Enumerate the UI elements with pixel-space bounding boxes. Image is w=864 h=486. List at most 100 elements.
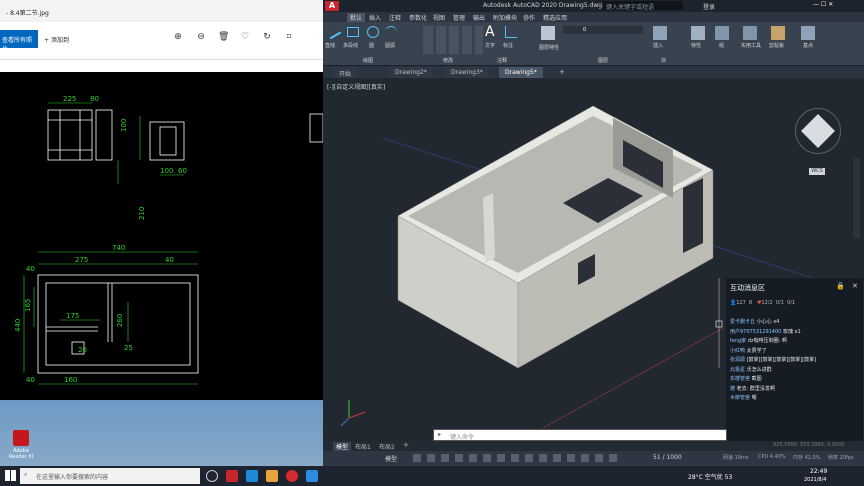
chat-text: dz咖啡压制圈: 啊 [747, 338, 787, 344]
chat-message: 爱卡跑卡丘 小心心 x4 [730, 318, 860, 328]
ribbon-tab[interactable]: 视图 [433, 13, 445, 22]
taskbar-search-input[interactable]: ⌕ 在这里输入你要搜索的内容 [20, 468, 200, 484]
status-toggle-buttons[interactable] [413, 454, 623, 462]
dim-label: 100 [120, 119, 128, 132]
text-tool-icon[interactable]: A [485, 24, 495, 40]
ribbon-tab[interactable]: 参数化 [409, 13, 427, 22]
model-space-toggle[interactable]: 模型 [385, 454, 397, 463]
ribbon-tab[interactable]: 默认 [347, 13, 366, 22]
adobe-reader-desktop-icon[interactable]: Adobe Reader XI [6, 430, 36, 464]
ribbon-tab[interactable]: 管理 [453, 13, 465, 22]
chat-message: feng家 dz咖啡压制圈: 啊 [730, 337, 860, 347]
ribbon-tab[interactable]: 插入 [369, 13, 381, 22]
circle-tool-icon[interactable] [367, 26, 379, 38]
ribbon-tab[interactable]: 输出 [473, 13, 485, 22]
doc-tab-drawing3[interactable]: Drawing3* [445, 67, 489, 78]
doc-tab-drawing5[interactable]: Drawing5* [499, 67, 543, 78]
chat-lock-icon[interactable]: 🔒 [836, 282, 845, 290]
autocad-taskbar-icon[interactable] [226, 470, 238, 482]
add-layout-plus-icon[interactable]: + [403, 441, 409, 449]
dimension-tool-label: 标注 [503, 43, 514, 49]
base-point-label: 基点 [803, 43, 814, 49]
floorplan-image: 225 80 210 100 100 60 740 40 275 40 440 … [14, 95, 323, 385]
polyline-tool-icon[interactable] [347, 27, 359, 37]
autocad-logo-icon[interactable]: A [325, 1, 339, 11]
view-all-photos-button[interactable]: 查看所有照片 [0, 30, 38, 53]
utilities-icon[interactable] [743, 26, 757, 40]
zoom-in-icon[interactable]: ⊕ [173, 32, 183, 42]
ribbon-tab[interactable]: 精选应用 [543, 13, 567, 22]
plus-icon: + [44, 37, 51, 44]
layer-properties-icon[interactable] [541, 26, 555, 40]
layer-dropdown[interactable]: 0 [563, 26, 643, 34]
dim-label: 40 [26, 376, 35, 384]
layout-tab-model[interactable]: 模型 [333, 442, 352, 451]
weather-widget[interactable]: 28°C 空气优 53 [688, 472, 732, 481]
photos-icon[interactable] [306, 470, 318, 482]
search-input[interactable]: 键入关键字或短语 [603, 1, 683, 11]
block-group-label[interactable]: 块 [661, 57, 666, 64]
layout-tab-1[interactable]: 布局1 [355, 442, 371, 451]
modify-tools-grid[interactable] [423, 26, 483, 54]
properties-icon[interactable] [691, 26, 705, 40]
crop-icon[interactable]: ⌗ [284, 32, 294, 42]
ribbon-tab[interactable]: 协作 [523, 13, 535, 22]
delete-icon[interactable]: 🗑 [218, 32, 229, 42]
insert-block-label: 插入 [653, 43, 664, 49]
viewer-count: 127 [736, 300, 746, 306]
chat-text: 太费学了 [746, 347, 767, 354]
clipboard-label: 剪贴板 [769, 43, 785, 49]
chat-user: 德 [730, 385, 736, 392]
ribbon-tab[interactable]: 附加模块 [493, 13, 517, 22]
dim-label: 210 [138, 207, 146, 220]
dim-label: 100 [160, 167, 173, 175]
layout-tab-2[interactable]: 布局2 [379, 442, 395, 451]
like-count: 12/2 [761, 300, 773, 306]
command-input[interactable]: 键入命令 [450, 432, 474, 441]
file-explorer-icon[interactable] [266, 470, 278, 482]
windows-start-icon[interactable] [5, 470, 16, 481]
navigation-bar[interactable] [853, 158, 860, 238]
wcs-menu[interactable]: WCS [809, 168, 825, 175]
edge-icon[interactable] [246, 470, 258, 482]
dimension-tool-icon[interactable] [505, 26, 517, 38]
chat-user: 用户9707531291400 [730, 328, 782, 335]
clock-date[interactable]: 2021/8/4 [804, 477, 826, 483]
new-tab-plus-icon[interactable]: + [559, 68, 565, 76]
app-icon[interactable] [286, 470, 298, 482]
photo-viewer-titlebar: - 8.4第二节.jpg [0, 0, 323, 22]
clock-time[interactable]: 22:49 [810, 468, 827, 475]
base-point-icon[interactable] [801, 26, 815, 40]
arc-tool-icon[interactable] [385, 26, 397, 38]
viewcube[interactable] [795, 108, 841, 154]
window-controls[interactable]: — ☐ ✕ [813, 1, 833, 8]
chat-text: 沃怎么进群 [746, 366, 772, 373]
layer-group-label[interactable]: 图层 [598, 57, 608, 64]
chat-message: 德 老去: 群里没发啊 [730, 385, 860, 395]
login-button[interactable]: 登录 [703, 2, 715, 11]
command-prompt-icon: ▸ [438, 431, 442, 438]
doc-tab-drawing2[interactable]: Drawing2* [389, 67, 433, 78]
groups-icon[interactable] [715, 26, 729, 40]
cortana-icon[interactable] [206, 470, 218, 482]
insert-block-icon[interactable] [653, 26, 667, 40]
favorite-icon[interactable]: ♡ [240, 32, 250, 42]
chat-close-icon[interactable]: ✕ [852, 282, 858, 290]
viewcube-icon[interactable] [801, 114, 835, 148]
chat-user: 木柳管宫 [730, 395, 751, 401]
page-indicator: 51 / 1000 [653, 454, 682, 461]
photo-viewer-toolbar: 查看所有照片 + 添加到 ⊕ ⊖ 🗑 ♡ ↻ ⌗ [0, 22, 323, 60]
annotation-group-label[interactable]: 注释 [497, 57, 507, 64]
zoom-out-icon[interactable]: ⊖ [196, 32, 206, 42]
add-to-button[interactable]: + 添加到 [44, 35, 69, 44]
doc-tab-start[interactable]: 开始 [333, 67, 358, 78]
modify-group-label[interactable]: 修改 [443, 57, 453, 64]
dim-label: 40 [26, 265, 35, 273]
photo-viewer-title: - 8.4第二节.jpg [6, 10, 49, 17]
draw-group-label[interactable]: 绘图 [363, 57, 373, 64]
line-tool-icon[interactable] [324, 22, 342, 40]
clipboard-icon[interactable] [771, 26, 785, 40]
ribbon-tab[interactable]: 注释 [389, 13, 401, 22]
command-line[interactable]: ▸ 键入命令 [433, 429, 727, 441]
rotate-icon[interactable]: ↻ [262, 32, 272, 42]
